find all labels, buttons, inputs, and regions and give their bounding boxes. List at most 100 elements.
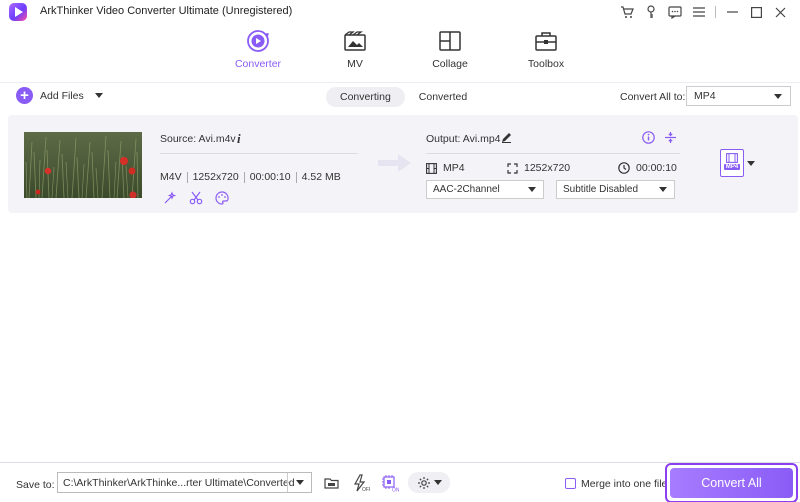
merge-checkbox[interactable]	[565, 478, 576, 489]
status-tabs: Converting Converted	[326, 87, 481, 107]
svg-text:OFF: OFF	[362, 487, 370, 492]
converter-toolbar: + Add Files Converting Converted Convert…	[0, 82, 800, 110]
main-nav: Converter MV Collage Toolbox	[0, 28, 800, 76]
tab-mv[interactable]: MV	[320, 28, 390, 70]
format-select-value: MP4	[694, 90, 716, 102]
nav-label: Converter	[234, 58, 282, 70]
output-duration: 00:00:10	[618, 162, 677, 174]
bottom-bar: Save to: C:\ArkThinker\ArkThinke...rter …	[0, 462, 800, 502]
add-files-button[interactable]: + Add Files	[16, 87, 103, 104]
title-bar: ArkThinker Video Converter Ultimate (Unr…	[0, 0, 800, 24]
hardware-acceleration-button[interactable]: OFF	[350, 472, 372, 493]
chevron-down-icon	[774, 94, 782, 99]
output-filename: Output: Avi.mp4	[426, 133, 501, 145]
folder-icon	[323, 477, 339, 489]
merge-label: Merge into one file	[581, 478, 668, 490]
app-title: ArkThinker Video Converter Ultimate (Unr…	[40, 5, 293, 17]
audio-track-select[interactable]: AAC-2Channel	[426, 180, 544, 199]
file-list: Source: Avi.m4v i M4V 1252x720 00:00:10 …	[0, 110, 800, 462]
chevron-down-icon[interactable]	[94, 93, 103, 98]
window-controls	[615, 2, 792, 22]
tab-collage[interactable]: Collage	[415, 28, 485, 70]
resize-icon	[507, 162, 518, 174]
window-separator	[715, 6, 716, 18]
format-badge-chevron-icon[interactable]	[747, 161, 755, 166]
gear-icon	[417, 476, 430, 489]
source-meta: M4V 1252x720 00:00:10 4.52 MB	[160, 171, 341, 183]
convert-all-format-select[interactable]: MP4	[686, 86, 791, 106]
output-format-value: MP4	[443, 162, 465, 174]
enhance-icon[interactable]	[162, 190, 178, 206]
tab-converter[interactable]: Converter	[223, 28, 293, 70]
convert-arrow-icon	[378, 153, 412, 176]
tab-converting[interactable]: Converting	[326, 87, 405, 107]
plus-icon: +	[16, 87, 33, 104]
minimize-icon[interactable]	[720, 2, 744, 22]
output-duration-value: 00:00:10	[636, 162, 677, 174]
key-icon[interactable]	[639, 2, 663, 22]
source-resolution: 1252x720	[192, 171, 239, 183]
feedback-icon[interactable]	[663, 2, 687, 22]
add-files-label: Add Files	[40, 89, 84, 102]
edit-tools	[162, 190, 230, 206]
clock-icon	[618, 162, 630, 174]
subtitle-select[interactable]: Subtitle Disabled	[556, 180, 675, 199]
palette-icon[interactable]	[214, 190, 230, 206]
app-logo-icon	[9, 3, 27, 21]
collage-icon	[437, 28, 463, 54]
lightning-off-icon: OFF	[353, 473, 370, 492]
tab-toolbox[interactable]: Toolbox	[511, 28, 581, 70]
compress-icon[interactable]	[664, 131, 677, 147]
nav-label: MV	[347, 58, 363, 70]
output-info-icon[interactable]	[642, 131, 655, 147]
source-filename: Source: Avi.m4v	[160, 133, 236, 145]
gpu-acceleration-button[interactable]: ON	[379, 472, 401, 493]
output-format-badge[interactable]: MP4	[720, 149, 744, 177]
media-info-icon[interactable]: i	[237, 131, 241, 147]
convert-all-highlight: Convert All	[665, 463, 798, 502]
format-badge-text: MP4	[723, 164, 741, 170]
edit-pencil-icon[interactable]	[501, 132, 512, 146]
chevron-down-icon	[659, 187, 667, 192]
convert-all-to-label: Convert All to:	[620, 91, 686, 103]
save-path-value: C:\ArkThinker\ArkThinke...rter Ultimate\…	[63, 477, 295, 489]
source-divider	[160, 153, 358, 154]
close-icon[interactable]	[768, 2, 792, 22]
meta-separator	[295, 171, 297, 183]
converter-icon	[245, 28, 271, 54]
open-folder-button[interactable]	[320, 472, 342, 493]
meta-separator	[186, 171, 188, 183]
cut-icon[interactable]	[188, 190, 204, 206]
nav-label: Toolbox	[527, 58, 565, 70]
output-resolution: 1252x720	[507, 162, 570, 174]
cart-icon[interactable]	[615, 2, 639, 22]
save-path-field[interactable]: C:\ArkThinker\ArkThinke...rter Ultimate\…	[57, 472, 312, 493]
film-icon	[426, 162, 437, 174]
source-format: M4V	[160, 171, 182, 183]
chevron-down-icon	[528, 187, 536, 192]
tab-converted[interactable]: Converted	[405, 87, 481, 107]
convert-all-button[interactable]: Convert All	[670, 468, 793, 498]
menu-icon[interactable]	[687, 2, 711, 22]
chevron-down-icon	[296, 480, 304, 485]
nav-label: Collage	[432, 58, 468, 70]
video-thumbnail[interactable]	[24, 132, 142, 198]
settings-button[interactable]	[408, 472, 450, 493]
svg-text:ON: ON	[392, 487, 399, 492]
output-resolution-value: 1252x720	[524, 162, 571, 174]
toolbox-icon	[533, 28, 559, 54]
app-window: ArkThinker Video Converter Ultimate (Unr…	[0, 0, 800, 502]
audio-track-value: AAC-2Channel	[433, 184, 500, 195]
source-size: 4.52 MB	[301, 171, 341, 183]
chevron-down-icon	[433, 480, 442, 485]
video-format-icon	[726, 153, 738, 163]
file-item: Source: Avi.m4v i M4V 1252x720 00:00:10 …	[8, 115, 798, 213]
mv-icon	[342, 28, 368, 54]
save-to-label: Save to:	[16, 479, 55, 491]
meta-separator	[243, 171, 245, 183]
save-path-dropdown[interactable]	[287, 473, 311, 492]
subtitle-value: Subtitle Disabled	[563, 184, 639, 195]
output-divider	[426, 153, 680, 154]
maximize-icon[interactable]	[744, 2, 768, 22]
output-format: MP4	[426, 162, 465, 174]
